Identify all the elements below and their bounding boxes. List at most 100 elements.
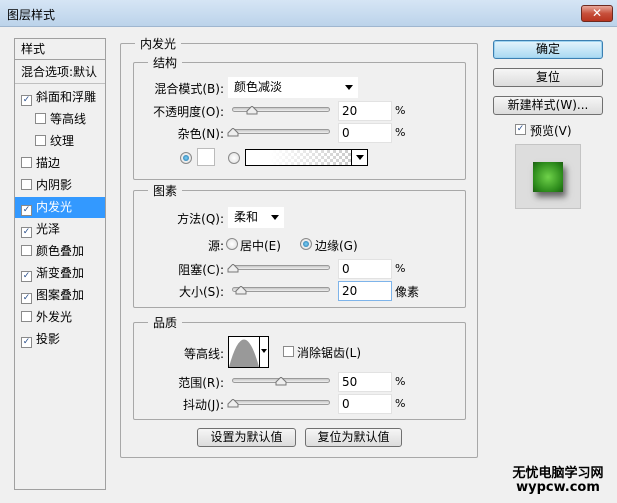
jitter-input[interactable]: 0	[338, 394, 392, 414]
style-preview	[515, 144, 581, 209]
style-item-label: 纹理	[50, 134, 75, 148]
style-checkbox[interactable]	[35, 113, 46, 124]
technique-select[interactable]: 柔和	[228, 207, 284, 228]
blend-mode-label: 混合模式(B):	[154, 82, 224, 96]
title-bar: 图层样式 ✕	[0, 0, 617, 27]
reset-default-button[interactable]: 复位为默认值	[305, 428, 402, 447]
preview-label: 预览(V)	[530, 124, 572, 138]
quality-title: 品质	[153, 316, 178, 330]
preview-checkbox[interactable]: ✓	[515, 124, 526, 135]
jitter-unit: %	[395, 397, 406, 410]
elements-title: 图素	[153, 184, 178, 198]
blend-mode-value: 颜色减淡	[234, 80, 283, 94]
style-item-label: 光泽	[36, 222, 61, 236]
style-item[interactable]: ✓ 光泽	[15, 219, 105, 240]
size-slider[interactable]	[232, 286, 330, 295]
style-item[interactable]: ✓ 图案叠加	[15, 285, 105, 306]
jitter-label: 抖动(J):	[183, 398, 224, 412]
style-item-label: 渐变叠加	[36, 266, 85, 280]
style-checkbox[interactable]	[21, 157, 32, 168]
style-item[interactable]: 等高线	[15, 109, 105, 130]
opacity-label: 不透明度(O):	[153, 105, 224, 119]
window-title: 图层样式	[7, 8, 56, 22]
range-input[interactable]: 50	[338, 372, 392, 392]
contour-picker[interactable]	[228, 336, 269, 368]
style-item-label: 等高线	[50, 112, 87, 126]
styles-list: 样式 混合选项:默认 ✓ 斜面和浮雕等高线纹理描边内阴影 ✓ 内发光 ✓ 光泽颜色叠加 ✓ 渐…	[14, 38, 106, 490]
close-button[interactable]: ✕	[581, 5, 613, 22]
choke-slider[interactable]	[227, 264, 330, 273]
style-checkbox[interactable]	[21, 179, 32, 190]
preview-swatch	[533, 162, 563, 192]
size-unit: 像素	[395, 285, 420, 299]
source-label: 源:	[207, 239, 224, 253]
reset-button[interactable]: 复位	[493, 68, 603, 87]
style-item-label: 内发光	[36, 200, 73, 214]
style-checkbox[interactable]: ✓	[21, 227, 32, 238]
style-item-label: 描边	[36, 156, 61, 170]
style-checkbox[interactable]: ✓	[21, 293, 32, 304]
style-checkbox[interactable]	[35, 135, 46, 146]
contour-curve-icon	[229, 339, 259, 367]
antialias-label: 消除锯齿(L)	[297, 346, 362, 360]
style-checkbox[interactable]	[21, 311, 32, 322]
technique-value: 柔和	[234, 210, 259, 224]
style-item-label: 图案叠加	[36, 288, 85, 302]
blend-options-item[interactable]: 混合选项:默认	[15, 61, 105, 84]
jitter-slider[interactable]	[227, 399, 330, 408]
choke-label: 阻塞(C):	[178, 263, 224, 277]
style-checkbox[interactable]: ✓	[21, 205, 32, 216]
make-default-button[interactable]: 设置为默认值	[197, 428, 296, 447]
panel-title: 内发光	[140, 37, 177, 51]
range-slider[interactable]	[232, 377, 330, 386]
opacity-slider[interactable]	[232, 106, 330, 115]
source-edge-label: 边缘(G)	[315, 239, 358, 253]
style-item-label: 外发光	[36, 310, 73, 324]
style-item-label: 内阴影	[36, 178, 73, 192]
antialias-checkbox[interactable]	[283, 346, 294, 357]
style-item[interactable]: 纹理	[15, 131, 105, 152]
style-checkbox[interactable]: ✓	[21, 271, 32, 282]
watermark-line2: wypcw.com	[516, 480, 600, 495]
gradient-picker[interactable]	[245, 149, 368, 166]
style-item[interactable]: 外发光	[15, 307, 105, 328]
noise-slider[interactable]	[227, 128, 330, 137]
noise-input[interactable]: 0	[338, 123, 392, 143]
structure-title: 结构	[153, 56, 178, 70]
choke-unit: %	[395, 262, 406, 275]
chevron-down-icon	[261, 349, 267, 353]
watermark: 无忧电脑学习网 wypcw.com	[506, 467, 610, 495]
style-item[interactable]: 内阴影	[15, 175, 105, 196]
source-center-label: 居中(E)	[240, 239, 281, 253]
style-item[interactable]: ✓ 内发光	[15, 197, 105, 218]
ok-button[interactable]: 确定	[493, 40, 603, 59]
size-label: 大小(S):	[178, 285, 224, 299]
opacity-input[interactable]: 20	[338, 101, 392, 121]
style-checkbox[interactable]: ✓	[21, 95, 32, 106]
style-checkbox[interactable]: ✓	[21, 337, 32, 348]
blend-mode-select[interactable]: 颜色减淡	[228, 77, 358, 98]
style-item[interactable]: 描边	[15, 153, 105, 174]
source-center-radio[interactable]	[226, 238, 238, 250]
style-item-label: 斜面和浮雕	[36, 90, 97, 104]
new-style-button[interactable]: 新建样式(W)...	[493, 96, 603, 115]
choke-input[interactable]: 0	[338, 259, 392, 279]
styles-header[interactable]: 样式	[15, 39, 105, 60]
source-edge-radio[interactable]	[300, 238, 312, 250]
contour-label: 等高线:	[183, 347, 224, 361]
style-item[interactable]: 颜色叠加	[15, 241, 105, 262]
style-item-label: 颜色叠加	[36, 244, 85, 258]
style-item[interactable]: ✓ 投影	[15, 329, 105, 350]
style-item-label: 投影	[36, 332, 61, 346]
glow-color-swatch[interactable]	[197, 148, 215, 166]
opacity-unit: %	[395, 104, 406, 117]
style-item[interactable]: ✓ 渐变叠加	[15, 263, 105, 284]
style-item[interactable]: ✓ 斜面和浮雕	[15, 87, 105, 108]
style-checkbox[interactable]	[21, 245, 32, 256]
solid-color-radio[interactable]	[180, 152, 192, 164]
noise-unit: %	[395, 126, 406, 139]
gradient-radio[interactable]	[228, 152, 240, 164]
chevron-down-icon	[271, 215, 279, 220]
size-input[interactable]: 20	[338, 281, 392, 301]
watermark-line1: 无忧电脑学习网	[512, 466, 604, 481]
